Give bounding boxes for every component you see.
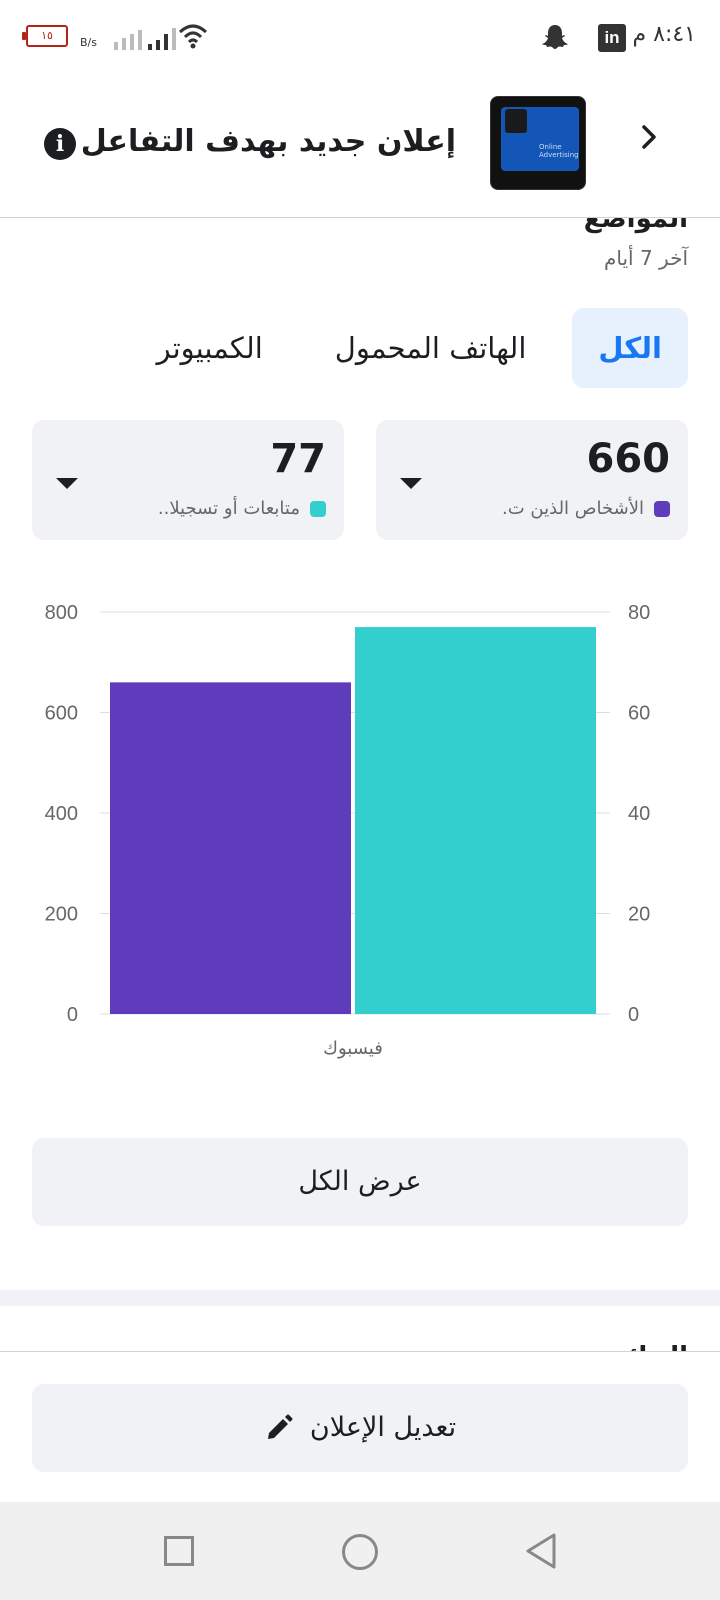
bar-reach bbox=[110, 682, 351, 1014]
y-left-tick-label: 800 bbox=[45, 602, 78, 624]
y-right-tick-label: 60 bbox=[628, 703, 650, 725]
metric-label: الأشخاص الذين ت. bbox=[502, 498, 644, 519]
y-left-tick-label: 400 bbox=[45, 803, 78, 825]
y-left-tick-label: 0 bbox=[67, 1004, 78, 1026]
ad-thumbnail: Online Advertising bbox=[490, 96, 586, 190]
y-right-tick-label: 40 bbox=[628, 803, 650, 825]
dropdown-caret-icon[interactable] bbox=[56, 478, 78, 489]
tab-mobile[interactable]: الهاتف المحمول bbox=[309, 308, 553, 388]
edit-ad-button[interactable]: تعديل الإعلان bbox=[32, 1384, 688, 1472]
metric-card-reach[interactable]: 660 الأشخاص الذين ت. bbox=[376, 420, 688, 540]
edit-ad-label: تعديل الإعلان bbox=[309, 1412, 457, 1443]
x-category-label: فيسبوك bbox=[323, 1038, 383, 1059]
view-all-button[interactable]: عرض الكل bbox=[32, 1138, 688, 1226]
metric-label-row: الأشخاص الذين ت. bbox=[502, 498, 670, 519]
tab-all[interactable]: الكل bbox=[572, 308, 688, 388]
legend-swatch bbox=[654, 500, 670, 517]
placement-bar-chart: 0 200 400 600 800 0 20 40 60 80 فيسبوك bbox=[0, 600, 720, 1080]
pencil-icon bbox=[267, 1414, 293, 1439]
placement-tabs: الكل الهاتف المحمول الكمبيوتر bbox=[111, 308, 688, 388]
snapchat-icon bbox=[542, 25, 568, 49]
section-title: المواضع bbox=[583, 218, 688, 234]
wifi-icon bbox=[178, 24, 208, 49]
battery-icon: ١٥ bbox=[22, 25, 68, 47]
dropdown-caret-icon[interactable] bbox=[400, 478, 422, 489]
metric-value: 77 bbox=[270, 436, 326, 482]
info-icon[interactable]: i bbox=[44, 128, 76, 160]
metric-label: متابعات أو تسجيلا.. bbox=[157, 498, 300, 519]
recents-button[interactable] bbox=[164, 1536, 194, 1566]
y-right-tick-label: 20 bbox=[628, 904, 650, 926]
status-time: ٨:٤١ م bbox=[632, 22, 697, 47]
metric-label-row: متابعات أو تسجيلا.. bbox=[158, 498, 326, 519]
top-app-bar: Online Advertising إعلان جديد بهدف التفا… bbox=[0, 90, 720, 218]
home-button[interactable] bbox=[342, 1534, 378, 1570]
status-bar: ٨:٤١ م in ١٥ B/s bbox=[0, 0, 720, 72]
tab-desktop[interactable]: الكمبيوتر bbox=[131, 308, 289, 388]
signal-icon bbox=[114, 28, 176, 50]
y-left-tick-label: 600 bbox=[45, 703, 78, 725]
network-speed: B/s bbox=[80, 36, 97, 49]
page-title: إعلان جديد بهدف التفاعل bbox=[80, 124, 456, 159]
y-right-tick-label: 80 bbox=[628, 602, 650, 624]
y-right-tick-label: 0 bbox=[628, 1004, 639, 1026]
system-nav-bar bbox=[0, 1502, 720, 1600]
bar-follows bbox=[355, 627, 596, 1014]
metric-card-follows[interactable]: 77 متابعات أو تسجيلا.. bbox=[32, 420, 344, 540]
chart-canvas: 0 200 400 600 800 0 20 40 60 80 فيسبوك bbox=[45, 602, 651, 1059]
system-back-icon[interactable] bbox=[524, 1532, 558, 1570]
section-divider bbox=[0, 1290, 720, 1306]
legend-swatch bbox=[310, 500, 326, 517]
section-heading-clip: المواضع bbox=[0, 218, 720, 242]
y-left-tick-label: 200 bbox=[45, 904, 78, 926]
date-range-label: آخر 7 أيام bbox=[603, 246, 688, 270]
back-chevron-icon[interactable] bbox=[634, 122, 664, 152]
linkedin-icon: in bbox=[598, 24, 626, 52]
metric-value: 660 bbox=[586, 436, 671, 482]
